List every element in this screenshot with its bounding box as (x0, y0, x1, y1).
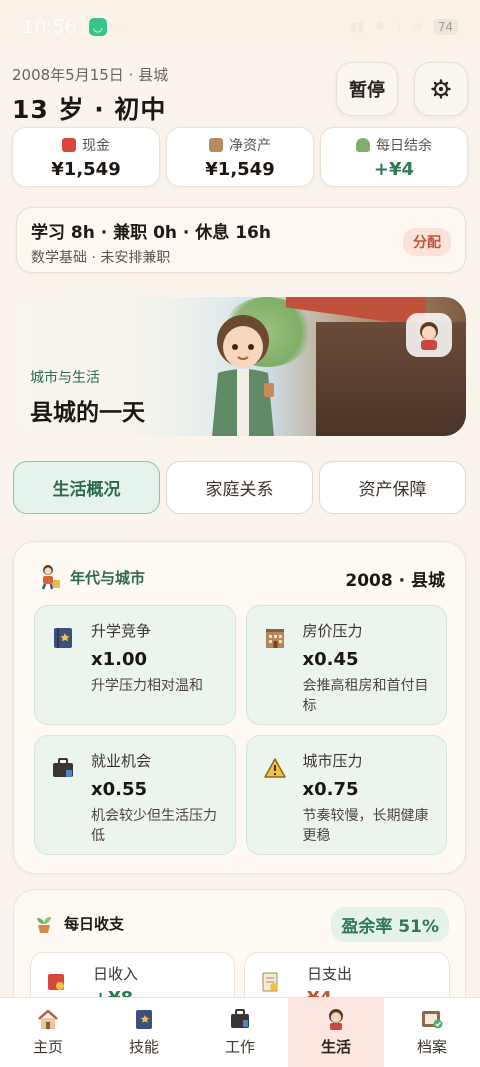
age-stage: 13 岁 · 初中 (12, 95, 167, 124)
bluetooth-icon: ✱ (374, 19, 386, 35)
era-city-card: 年代与城市 2008 · 县城 升学竞争 x1.00 升学压力相对温和 房价压力… (13, 541, 466, 874)
factor-desc: 升学压力相对温和 (91, 678, 203, 694)
pause-button[interactable]: 暂停 (336, 62, 398, 116)
app-notification-icon: ◡ (88, 18, 107, 36)
bank-icon (209, 137, 223, 152)
banner-title: 县城的一天 (30, 400, 145, 426)
status-bar: 10:56 ◡ … ▮▮ ✱ ⌇ ≋ 74 (0, 0, 480, 54)
nav-skills[interactable]: 技能 (96, 998, 192, 1067)
status-icons: ▮▮ ✱ ⌇ ≋ 74 (350, 19, 458, 35)
factor-label: 升学竞争 (91, 622, 152, 640)
factor-desc: 会推高租房和首付目标 (302, 678, 429, 715)
factor-value: x0.55 (91, 779, 148, 800)
sprout-icon (356, 137, 370, 152)
daily-budget-title: 每日收支 (64, 914, 125, 933)
vibrate-icon: ⌇ (395, 19, 402, 35)
skills-book-icon (132, 1008, 156, 1030)
income-label: 日收入 (93, 965, 139, 983)
era-card-title: 年代与城市 (70, 568, 146, 587)
schedule-hours: 学习 8h · 兼职 0h · 休息 16h (31, 223, 271, 243)
banner-subtitle: 城市与生活 (30, 370, 100, 386)
bottom-nav: 主页 技能 工作 生活 档案 (0, 997, 480, 1067)
nav-label: 生活 (320, 1038, 351, 1056)
factor-jobs[interactable]: 就业机会 x0.55 机会较少但生活压力低 (34, 735, 236, 855)
city-life-banner: 城市与生活 县城的一天 (12, 297, 466, 436)
tab-life-overview[interactable]: 生活概况 (13, 461, 160, 514)
tab-assets[interactable]: 资产保障 (319, 461, 466, 514)
traveler-icon (41, 565, 60, 590)
stat-label: 现金 (82, 137, 110, 154)
sprout-pot-icon (37, 917, 51, 933)
nav-label: 技能 (128, 1038, 159, 1056)
factor-label: 就业机会 (91, 752, 152, 770)
factor-label: 城市压力 (302, 752, 363, 770)
factor-value: x0.75 (302, 779, 359, 800)
battery-indicator: 74 (432, 19, 458, 35)
top-header: 2008年5月15日 · 县城 13 岁 · 初中 暂停 (12, 60, 468, 124)
archive-icon (420, 1008, 444, 1030)
tab-family[interactable]: 家庭关系 (166, 461, 313, 514)
assign-button[interactable]: 分配 (403, 228, 451, 256)
factor-label: 房价压力 (302, 622, 363, 640)
status-time: 10:56 (22, 16, 77, 38)
factor-desc: 机会较少但生活压力低 (91, 808, 217, 845)
expense-label: 日支出 (307, 965, 353, 983)
nav-home[interactable]: 主页 (0, 998, 96, 1067)
work-bag-icon (228, 1008, 252, 1030)
stat-value: ¥1,549 (205, 158, 275, 180)
nav-archive[interactable]: 档案 (384, 998, 480, 1067)
stat-value: +¥4 (373, 158, 415, 180)
character-avatar-badge[interactable] (406, 313, 452, 357)
stat-value: ¥1,549 (51, 158, 121, 180)
factor-value: x1.00 (91, 649, 148, 670)
factor-desc: 节奏较慢，长期健康更稳 (302, 808, 429, 845)
settings-button[interactable] (414, 62, 468, 116)
briefcase-icon (51, 756, 75, 780)
wifi-icon: ≋ (411, 19, 423, 35)
nav-label: 工作 (224, 1038, 255, 1056)
date-location: 2008年5月15日 · 县城 (12, 66, 169, 84)
factor-education[interactable]: 升学竞争 x1.00 升学压力相对温和 (34, 605, 236, 725)
stat-label: 每日结余 (376, 137, 432, 154)
factor-housing[interactable]: 房价压力 x0.45 会推高租房和首付目标 (245, 605, 447, 725)
building-icon (263, 626, 287, 650)
life-tabs: 生活概况 家庭关系 资产保障 (13, 461, 466, 514)
home-icon (36, 1008, 60, 1030)
avatar-icon (420, 322, 438, 350)
receipt-icon (262, 972, 278, 992)
surplus-rate-badge: 盈余率 51% (331, 907, 449, 942)
factor-city-pressure[interactable]: 城市压力 x0.75 节奏较慢，长期健康更稳 (245, 735, 447, 855)
book-icon (51, 626, 75, 650)
era-factors-grid: 升学竞争 x1.00 升学压力相对温和 房价压力 x0.45 会推高租房和首付目… (34, 605, 447, 855)
nav-work[interactable]: 工作 (192, 998, 288, 1067)
stat-daily-balance[interactable]: 每日结余 +¥4 (320, 127, 468, 187)
factor-value: x0.45 (302, 649, 359, 670)
current-date: 2008年5月15日 (12, 66, 124, 84)
daily-schedule-card[interactable]: 学习 8h · 兼职 0h · 休息 16h 数学基础 · 未安排兼职 分配 (16, 207, 466, 273)
current-place: 县城 (138, 66, 169, 84)
gear-icon (431, 79, 451, 99)
more-notifications-icon: … (112, 19, 127, 35)
stat-label: 净资产 (229, 137, 271, 154)
schedule-detail: 数学基础 · 未安排兼职 (31, 250, 171, 266)
boy-illustration (212, 315, 274, 436)
life-avatar-icon (324, 1008, 348, 1030)
finance-stats: 现金 ¥1,549 净资产 ¥1,549 每日结余 +¥4 (12, 127, 468, 187)
stat-net-assets[interactable]: 净资产 ¥1,549 (166, 127, 314, 187)
nav-life[interactable]: 生活 (288, 998, 384, 1067)
red-envelope-icon (48, 974, 64, 990)
nav-label: 档案 (416, 1038, 447, 1056)
stat-cash[interactable]: 现金 ¥1,549 (12, 127, 160, 187)
signal-icon: ▮▮ (350, 19, 365, 35)
cash-wallet-icon (62, 137, 76, 152)
era-year-city: 2008 · 县城 (345, 571, 445, 591)
nav-label: 主页 (32, 1038, 63, 1056)
warning-icon (263, 756, 287, 780)
